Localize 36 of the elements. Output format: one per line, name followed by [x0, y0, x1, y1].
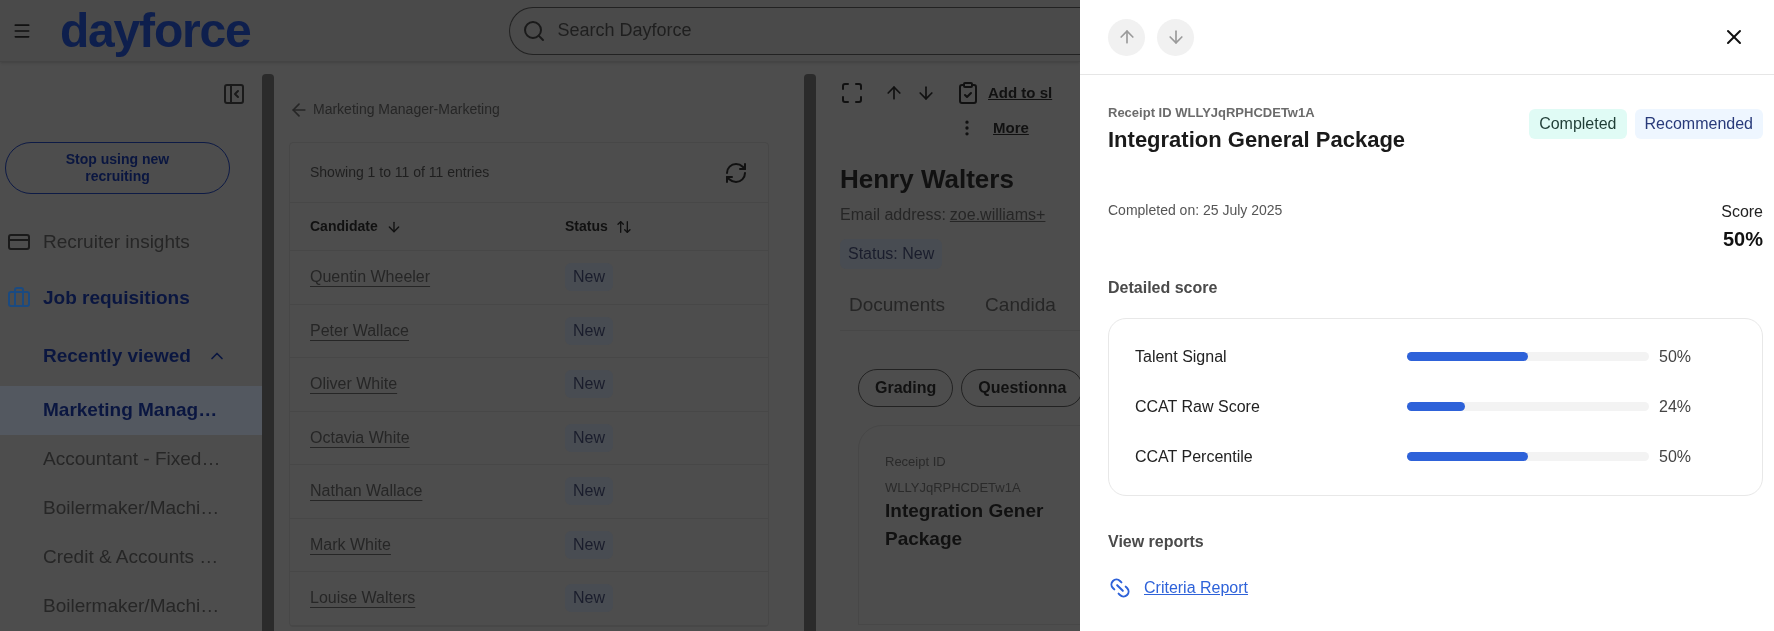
sort-icon: [615, 218, 632, 235]
score-reading: 24%: [1659, 396, 1692, 417]
add-link[interactable]: Add to sl: [988, 81, 1053, 105]
score-value: 50%: [1722, 226, 1763, 252]
logo: dayforce: [60, 6, 251, 55]
briefcase-icon: [7, 286, 31, 310]
score-label: Score: [1721, 201, 1763, 222]
score-name: CCAT Raw Score: [1135, 396, 1261, 417]
score-name: Talent Signal: [1135, 346, 1228, 367]
score-reading: 50%: [1659, 446, 1692, 467]
recent-item[interactable]: Marketing Manag…: [0, 386, 262, 435]
nav-item[interactable]: Job requisitions: [0, 270, 262, 326]
status-badge: Completed: [1529, 109, 1627, 139]
more-link[interactable]: More: [993, 116, 1029, 140]
card-title: Package: [885, 527, 964, 551]
candidate-name: Henry Walters: [840, 163, 1015, 196]
receipt-id: Receipt ID WLLYJqRPHCDETw1A: [1108, 104, 1316, 122]
section-title: View reports: [1108, 531, 1205, 552]
card-title: Integration Gener: [885, 499, 1045, 523]
expand-icon[interactable]: [840, 81, 864, 105]
status-badge: Recommended: [1634, 109, 1763, 139]
column-header[interactable]: Candidate: [310, 216, 565, 237]
scrollbar[interactable]: [804, 74, 816, 631]
search-icon: [521, 18, 546, 43]
score-reading: 50%: [1659, 346, 1692, 367]
completed-date: Completed on: 25 July 2025: [1108, 200, 1283, 220]
score-name: CCAT Percentile: [1135, 446, 1254, 467]
collapse-panel-icon[interactable]: [222, 82, 246, 106]
refresh-icon[interactable]: [724, 160, 748, 185]
report-link[interactable]: Criteria Report: [1144, 575, 1249, 600]
scrollbar[interactable]: [262, 74, 274, 631]
column-header[interactable]: Status: [565, 216, 632, 237]
package-title: Integration General Package: [1108, 125, 1406, 154]
recently-viewed-toggle[interactable]: Recently viewed: [0, 326, 262, 386]
section-title: Detailed score: [1108, 277, 1219, 298]
clipboard-check-icon: [956, 81, 980, 105]
